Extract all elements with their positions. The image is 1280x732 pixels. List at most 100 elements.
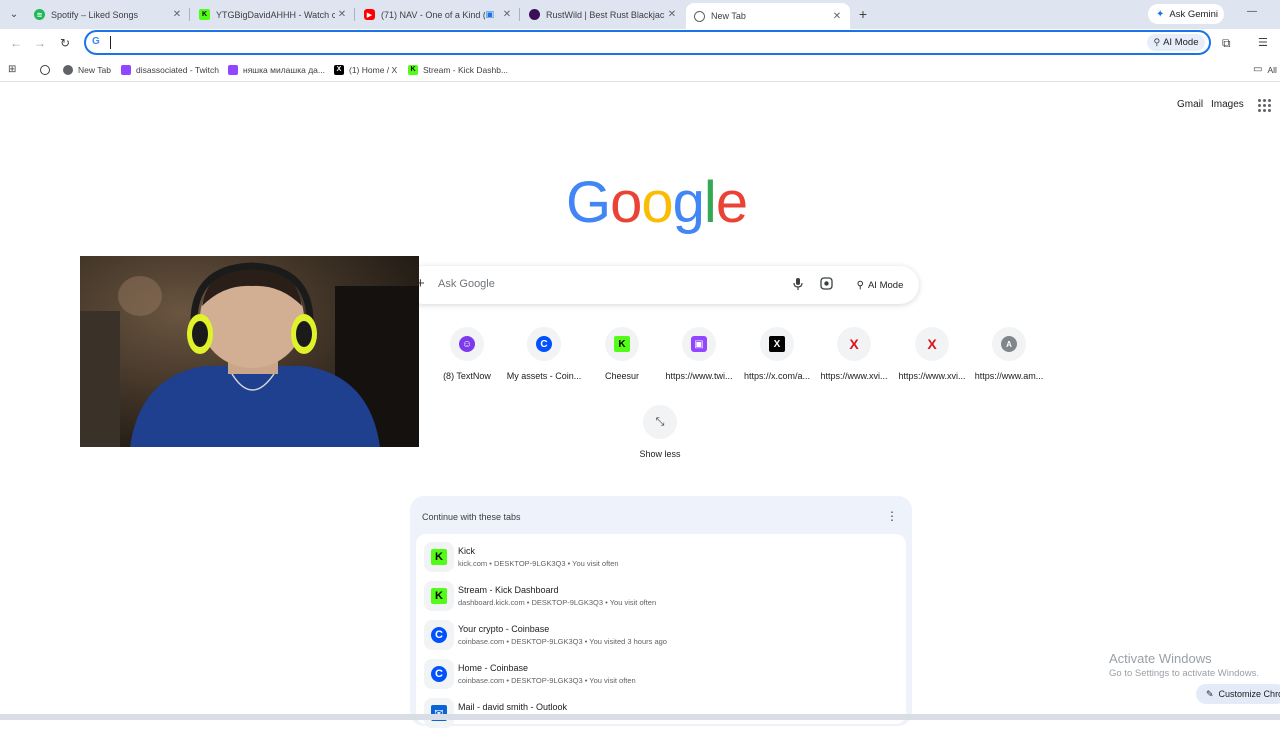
extensions-icon[interactable]: ⧉ <box>1222 36 1236 50</box>
spotify-icon: ≋ <box>34 9 45 20</box>
watermark-subtitle: Go to Settings to activate Windows. <box>1109 668 1259 679</box>
row-icon-bg: K <box>424 581 454 611</box>
bookmark-twitch-nyashka[interactable]: няшка милашка да... <box>228 62 325 77</box>
picture-in-picture-icon: ▣ <box>485 9 494 19</box>
google-logo: Google <box>566 168 748 238</box>
shortcut-x[interactable]: X https://x.com/a... <box>738 327 816 381</box>
all-bookmarks-button[interactable]: ▭ All <box>1253 62 1277 77</box>
tab-youtube[interactable]: ▶ (71) NAV - One of a Kind (M ▣ ✕ <box>356 3 520 26</box>
row-meta: kick.com • DESKTOP-9LGK3Q3 • You visit o… <box>458 559 619 568</box>
webcam-image <box>80 256 419 447</box>
show-less-button[interactable]: ⤡ Show less <box>621 405 699 459</box>
bookmark-kick-dashboard[interactable]: K Stream - Kick Dashb... <box>408 62 508 77</box>
logo-letter: g <box>672 170 705 235</box>
google-apps-icon[interactable] <box>1258 99 1271 112</box>
close-icon[interactable]: ✕ <box>665 9 679 20</box>
coinbase-icon: C <box>536 336 552 352</box>
tab-search-icon[interactable]: ⌄ <box>4 5 24 23</box>
list-item[interactable]: ✉ Mail - david smith - Outlook <box>416 694 906 732</box>
logo-letter: G <box>566 170 611 235</box>
letter-a-icon: A <box>1001 336 1017 352</box>
close-icon[interactable]: ✕ <box>830 11 844 22</box>
reading-list-icon[interactable]: ☰ <box>1258 36 1272 50</box>
shortcut-twitch[interactable]: ▣ https://www.twi... <box>660 327 738 381</box>
shortcut-label: (8) TextNow <box>443 371 491 381</box>
shortcut-icon-bg: ☺ <box>450 327 484 361</box>
ai-mode-button[interactable]: ⚲ AI Mode <box>848 274 912 296</box>
microphone-icon[interactable] <box>792 277 804 291</box>
apps-icon[interactable]: ⊞ <box>8 64 19 75</box>
images-link[interactable]: Images <box>1211 99 1244 110</box>
logo-letter: o <box>641 170 673 235</box>
tab-spotify[interactable]: ≋ Spotify – Liked Songs ✕ <box>26 3 190 26</box>
shortcut-amazon[interactable]: A https://www.am... <box>970 327 1048 381</box>
bookmark-globe[interactable] <box>40 62 55 77</box>
x-icon: X <box>334 64 344 75</box>
row-title: Your crypto - Coinbase <box>458 624 550 634</box>
row-icon-bg: C <box>424 620 454 650</box>
tab-rustwild[interactable]: RustWild | Best Rust Blackjack ✕ <box>521 3 685 26</box>
shortcut-coinbase[interactable]: C My assets - Coin... <box>505 327 583 381</box>
google-lens-icon[interactable] <box>820 277 833 291</box>
shortcut-icon-bg: X <box>837 327 871 361</box>
minimize-button[interactable]: — <box>1244 6 1260 22</box>
reload-icon[interactable]: ↻ <box>57 35 73 51</box>
bookmark-label: няшка милашка да... <box>243 64 325 75</box>
bookmark-x-home[interactable]: X (1) Home / X <box>334 62 397 77</box>
search-placeholder: Ask Google <box>438 278 495 290</box>
tab-kick-clip[interactable]: K YTGBigDavidAHHH - Watch clip ✕ <box>191 3 355 26</box>
search-box[interactable]: + Ask Google ⚲ AI Mode <box>404 266 919 304</box>
shortcut-label: Cheesur <box>604 371 640 381</box>
sparkle-icon: ✦ <box>1156 8 1165 20</box>
all-bookmarks-label: All <box>1267 64 1277 75</box>
omnibox-ai-mode-button[interactable]: ⚲ AI Mode <box>1147 34 1205 51</box>
gmail-link[interactable]: Gmail <box>1177 99 1203 110</box>
tab-title: New Tab <box>711 11 746 21</box>
shortcut-label: https://www.xvi... <box>820 371 888 381</box>
list-item[interactable]: C Home - Coinbase coinbase.com • DESKTOP… <box>416 655 906 693</box>
card-heading: Continue with these tabs <box>422 512 521 522</box>
forward-icon[interactable]: → <box>32 35 48 51</box>
back-icon[interactable]: ← <box>8 35 24 51</box>
more-options-icon[interactable]: ⋮ <box>886 509 898 523</box>
bookmark-twitch-disassociated[interactable]: disassociated - Twitch <box>121 62 219 77</box>
customize-chrome-button[interactable]: ✎ Customize Chrome <box>1196 684 1280 704</box>
bookmark-label: disassociated - Twitch <box>136 64 219 75</box>
list-item[interactable]: K Kick kick.com • DESKTOP-9LGK3Q3 • You … <box>416 538 906 576</box>
shortcut-icon-bg: C <box>527 327 561 361</box>
newtab-icon <box>694 10 705 22</box>
new-tab-button[interactable]: + <box>855 6 871 22</box>
ask-gemini-button[interactable]: ✦ Ask Gemini <box>1148 4 1224 24</box>
shortcut-icon-bg: K <box>605 327 639 361</box>
kick-icon: K <box>431 588 447 604</box>
twitch-icon <box>228 64 238 75</box>
address-bar[interactable]: G ⚲ AI Mode <box>84 30 1211 55</box>
rustwild-icon <box>529 9 540 20</box>
close-icon[interactable]: ✕ <box>335 9 349 20</box>
row-meta: coinbase.com • DESKTOP-9LGK3Q3 • You vis… <box>458 637 667 646</box>
kick-icon: K <box>431 549 447 565</box>
shortcut-cheesur[interactable]: K Cheesur <box>583 327 661 381</box>
row-icon-bg: K <box>424 542 454 572</box>
row-meta: dashboard.kick.com • DESKTOP-9LGK3Q3 • Y… <box>458 598 657 607</box>
continue-tabs-card: Continue with these tabs ⋮ K Kick kick.c… <box>410 496 912 728</box>
list-item[interactable]: C Your crypto - Coinbase coinbase.com • … <box>416 616 906 654</box>
list-item[interactable]: K Stream - Kick Dashboard dashboard.kick… <box>416 577 906 615</box>
bookmark-new-tab[interactable]: New Tab <box>63 62 111 77</box>
row-icon-bg: C <box>424 659 454 689</box>
tab-new-tab[interactable]: New Tab ✕ <box>686 3 850 29</box>
watermark-title: Activate Windows <box>1109 651 1212 666</box>
row-title: Mail - david smith - Outlook <box>458 702 568 712</box>
card-list: K Kick kick.com • DESKTOP-9LGK3Q3 • You … <box>416 534 906 728</box>
close-icon[interactable]: ✕ <box>500 9 514 20</box>
row-meta: coinbase.com • DESKTOP-9LGK3Q3 • You vis… <box>458 676 636 685</box>
shortcut-textnow[interactable]: ☺ (8) TextNow <box>428 327 506 381</box>
shortcut-xvi-1[interactable]: X https://www.xvi... <box>815 327 893 381</box>
shortcut-label: https://www.am... <box>974 371 1044 381</box>
close-icon[interactable]: ✕ <box>170 9 184 20</box>
address-input[interactable] <box>112 34 1112 51</box>
shortcut-label: https://x.com/a... <box>743 371 811 381</box>
ask-gemini-label: Ask Gemini <box>1169 8 1218 20</box>
shortcut-xvi-2[interactable]: X https://www.xvi... <box>893 327 971 381</box>
row-icon-bg: ✉ <box>424 698 454 728</box>
